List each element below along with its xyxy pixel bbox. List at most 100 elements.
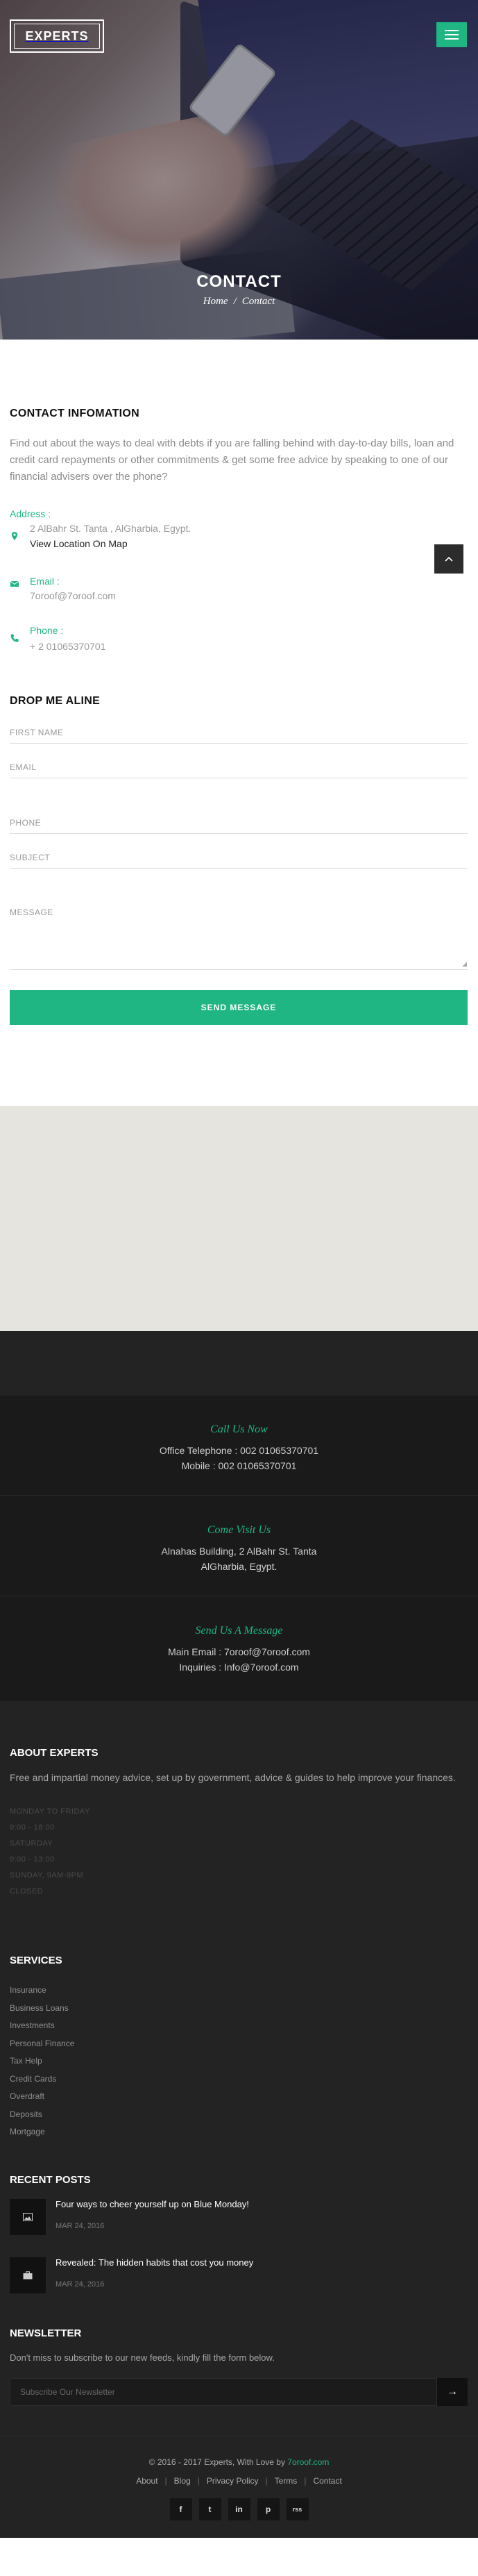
footer-link-separator: | <box>164 2476 167 2486</box>
first-name-field-wrap <box>10 718 468 744</box>
address-value: 2 AlBahr St. Tanta , AlGharbia, Egypt. <box>30 523 191 534</box>
footer-link-privacy[interactable]: Privacy Policy <box>207 2476 259 2486</box>
message-us-title: Send Us A Message <box>195 1625 283 1637</box>
services-title: SERVICES <box>10 1955 62 1966</box>
pinterest-icon[interactable]: p <box>257 2498 280 2520</box>
newsletter-input[interactable] <box>10 2378 437 2406</box>
phone-label: Phone : <box>30 625 64 636</box>
newsletter-submit-button[interactable]: → <box>437 2378 468 2406</box>
copyright-text: © 2016 - 2017 Experts, With Love by 7oro… <box>0 2457 478 2467</box>
phone-value: + 2 01065370701 <box>30 641 106 652</box>
email-label: Email : <box>30 576 60 587</box>
send-message-button[interactable]: SEND MESSAGE <box>10 990 468 1025</box>
post-date: MAR 24, 2016 <box>56 2280 105 2289</box>
visit-us-line1: Alnahas Building, 2 AlBahr St. Tanta <box>161 1546 317 1557</box>
visit-us-line2: AlGharbia, Egypt. <box>200 1561 278 1572</box>
post-title-link[interactable]: Four ways to cheer yourself up on Blue M… <box>56 2199 249 2209</box>
address-block: Address : 2 AlBahr St. Tanta , AlGharbia… <box>10 508 468 557</box>
footer-link-separator: | <box>265 2476 268 2486</box>
hours-line: MONDAY TO FRIDAY <box>10 1807 90 1816</box>
service-link-investments[interactable]: Investments <box>10 2017 74 2035</box>
scroll-to-top-button[interactable] <box>434 544 463 574</box>
hero-banner: EXPERTS CONTACT Home / Contact <box>0 0 478 340</box>
location-map[interactable] <box>0 1106 478 1331</box>
email-input[interactable] <box>10 762 468 772</box>
view-map-link[interactable]: View Location On Map <box>30 536 128 551</box>
contact-info-title: CONTACT INFOMATION <box>10 408 140 419</box>
opening-hours: MONDAY TO FRIDAY 9:00 - 18:00 SATURDAY 9… <box>10 1804 90 1900</box>
footer-divider <box>0 1495 478 1496</box>
map-pin-icon <box>11 532 18 540</box>
call-us-mobile: Mobile : 002 01065370701 <box>181 1460 297 1471</box>
footer-top-band <box>0 1331 478 1396</box>
footer-link-about[interactable]: About <box>136 2476 157 2486</box>
envelope-icon <box>10 580 19 587</box>
hamburger-icon <box>445 30 459 31</box>
hamburger-icon-line <box>445 34 459 35</box>
resize-handle-icon[interactable]: ◢ <box>462 960 467 968</box>
service-link-business-loans[interactable]: Business Loans <box>10 2000 74 2018</box>
hours-line: SATURDAY <box>10 1839 53 1848</box>
service-link-tax-help[interactable]: Tax Help <box>10 2052 74 2071</box>
message-field-wrap: ◢ <box>10 895 468 970</box>
footer: ABOUT EXPERTS Free and impartial money a… <box>0 1701 478 2538</box>
first-name-input[interactable] <box>10 728 468 737</box>
contact-info-intro: Find out about the ways to deal with deb… <box>10 437 454 483</box>
briefcase-icon <box>23 2271 33 2280</box>
service-link-mortgage[interactable]: Mortgage <box>10 2123 74 2141</box>
service-link-overdraft[interactable]: Overdraft <box>10 2088 74 2106</box>
recent-post[interactable]: Revealed: The hidden habits that cost yo… <box>10 2257 468 2293</box>
service-link-deposits[interactable]: Deposits <box>10 2106 74 2124</box>
service-link-insurance[interactable]: Insurance <box>10 1982 74 2000</box>
hours-line: SUNDAY, 9AM-9PM <box>10 1871 84 1880</box>
twitter-icon[interactable]: t <box>198 2498 221 2520</box>
hours-line: 9:00 - 13:00 <box>10 1855 55 1864</box>
service-link-personal-finance[interactable]: Personal Finance <box>10 2035 74 2053</box>
footer-link-blog[interactable]: Blog <box>174 2476 191 2486</box>
breadcrumb-home-link[interactable]: Home <box>203 296 228 307</box>
copyright-link[interactable]: 7oroof.com <box>287 2457 329 2467</box>
newsletter-title: NEWSLETTER <box>10 2327 82 2339</box>
about-title: ABOUT EXPERTS <box>10 1747 99 1759</box>
message-input[interactable] <box>10 908 468 963</box>
hours-line: 9:00 - 18:00 <box>10 1823 55 1832</box>
facebook-icon[interactable]: f <box>169 2498 192 2520</box>
image-icon <box>23 2213 33 2221</box>
phone-icon <box>10 634 19 642</box>
about-text: Free and impartial money advice, set up … <box>10 1772 456 1783</box>
footer-link-terms[interactable]: Terms <box>275 2476 298 2486</box>
address-label: Address : <box>10 508 51 519</box>
service-link-credit-cards[interactable]: Credit Cards <box>10 2071 74 2089</box>
contact-form-title: DROP ME ALINE <box>10 695 101 707</box>
phone-input[interactable] <box>10 818 468 828</box>
recent-posts-title: RECENT POSTS <box>10 2174 91 2186</box>
phone-field-wrap <box>10 808 468 834</box>
breadcrumb-separator: / <box>233 296 237 307</box>
linkedin-icon[interactable]: in <box>228 2498 250 2520</box>
post-title-link[interactable]: Revealed: The hidden habits that cost yo… <box>56 2257 253 2268</box>
call-us-title: Call Us Now <box>210 1423 268 1435</box>
site-logo[interactable]: EXPERTS <box>10 19 104 53</box>
email-value: 7oroof@7oroof.com <box>30 590 116 601</box>
email-field-wrap <box>10 753 468 778</box>
message-us-block: Send Us A Message Main Email : 7oroof@7o… <box>0 1625 478 1675</box>
breadcrumb-current: Contact <box>241 296 275 307</box>
subject-input[interactable] <box>10 853 468 862</box>
message-us-main-email: Main Email : 7oroof@7oroof.com <box>168 1646 310 1657</box>
services-list: Insurance Business Loans Investments Per… <box>10 1982 74 2141</box>
menu-button[interactable] <box>436 22 467 47</box>
copyright-label: © 2016 - 2017 Experts, With Love by <box>148 2457 285 2467</box>
newsletter-text: Don't miss to subscribe to our new feeds… <box>10 2352 275 2363</box>
post-thumbnail[interactable] <box>10 2199 46 2235</box>
visit-us-title: Come Visit Us <box>207 1524 271 1536</box>
recent-post[interactable]: Four ways to cheer yourself up on Blue M… <box>10 2199 468 2235</box>
post-thumbnail[interactable] <box>10 2257 46 2293</box>
page-title: CONTACT <box>196 272 282 291</box>
rss-icon[interactable]: rss <box>286 2498 309 2520</box>
phone-block: Phone : + 2 01065370701 <box>10 625 468 660</box>
email-block: Email : 7oroof@7oroof.com <box>10 576 468 610</box>
footer-link-contact[interactable]: Contact <box>313 2476 341 2486</box>
hamburger-icon-line <box>445 38 459 40</box>
visit-us-block: Come Visit Us Alnahas Building, 2 AlBahr… <box>0 1524 478 1574</box>
message-us-inquiries: Inquiries : Info@7oroof.com <box>179 1662 299 1673</box>
